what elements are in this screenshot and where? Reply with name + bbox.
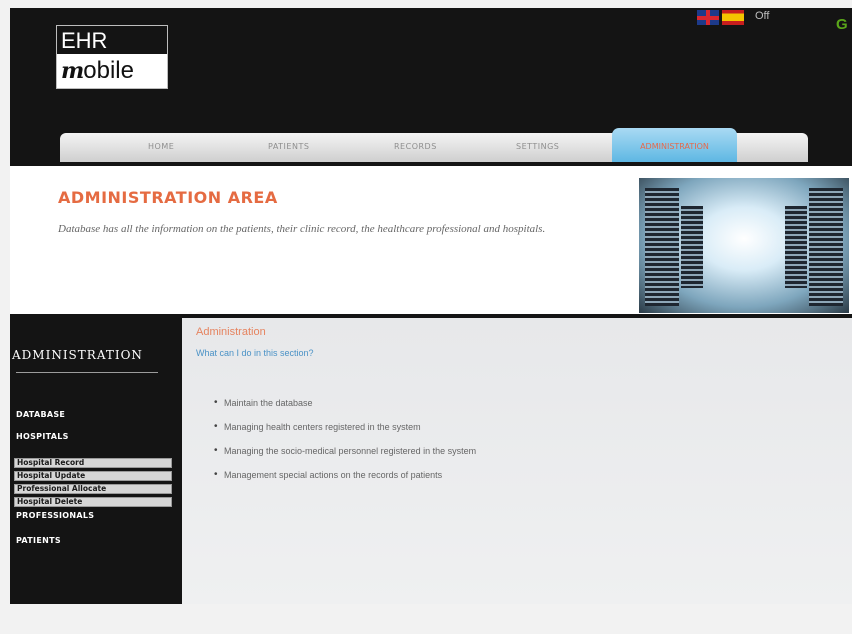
sidebar-item-patients[interactable]: PATIENTS	[16, 536, 61, 545]
list-item: Managing health centers registered in th…	[214, 421, 476, 446]
logo-line1: EHR	[61, 28, 108, 53]
capabilities-list: Maintain the database Managing health ce…	[214, 397, 476, 494]
nav-patients[interactable]: PATIENTS	[268, 142, 309, 151]
edge-letter: G	[836, 16, 848, 33]
content-question: What can I do in this section?	[196, 348, 314, 358]
server-rack-left-inner	[681, 206, 703, 288]
sidebar-sub-hospital-update[interactable]: Hospital Update	[14, 471, 172, 481]
logo-m-mark: m	[61, 58, 84, 84]
main-nav: HOME PATIENTS RECORDS SETTINGS ADMINISTR…	[60, 128, 808, 162]
nav-administration-tab[interactable]: ADMINISTRATION	[612, 128, 737, 162]
admin-banner: ADMINISTRATION AREA Database has all the…	[10, 166, 852, 318]
header: EHR m obile Off G HOME PATIENTS RECORDS S…	[10, 8, 852, 166]
server-rack-right	[809, 188, 843, 306]
sidebar-sub-professional-allocate[interactable]: Professional Allocate	[14, 484, 172, 494]
ehr-mobile-logo[interactable]: EHR m obile	[56, 25, 168, 89]
session-status[interactable]: Off	[755, 10, 769, 22]
list-item: Management special actions on the record…	[214, 469, 476, 494]
nav-home[interactable]: HOME	[148, 142, 174, 151]
app-frame: EHR m obile Off G HOME PATIENTS RECORDS S…	[10, 8, 852, 604]
admin-sidebar: ADMINISTRATION DATABASE HOSPITALS Hospit…	[10, 318, 182, 604]
language-switcher	[697, 10, 744, 25]
sidebar-sub-hospital-delete[interactable]: Hospital Delete	[14, 497, 172, 507]
banner-title: ADMINISTRATION AREA	[58, 188, 278, 207]
sidebar-item-professionals[interactable]: PROFESSIONALS	[16, 511, 94, 520]
server-room-image	[639, 178, 849, 313]
nav-settings[interactable]: SETTINGS	[516, 142, 559, 151]
sidebar-item-hospitals[interactable]: HOSPITALS	[16, 432, 69, 441]
nav-records[interactable]: RECORDS	[394, 142, 437, 151]
content-title: Administration	[196, 326, 266, 338]
logo-line2: m obile	[57, 54, 167, 88]
server-rack-right-inner	[785, 206, 807, 288]
sidebar-sub-hospital-record[interactable]: Hospital Record	[14, 458, 172, 468]
server-rack-left	[645, 188, 679, 306]
banner-description: Database has all the information on the …	[58, 223, 546, 235]
list-item: Managing the socio-medical personnel reg…	[214, 445, 476, 470]
list-item: Maintain the database	[214, 397, 476, 422]
spain-flag-icon[interactable]	[722, 10, 744, 25]
logo-line2-text: obile	[83, 57, 134, 84]
nav-administration-label: ADMINISTRATION	[640, 142, 709, 151]
sidebar-item-database[interactable]: DATABASE	[16, 410, 65, 419]
uk-flag-icon[interactable]	[697, 10, 719, 25]
sidebar-divider	[16, 372, 158, 373]
main-content: Administration What can I do in this sec…	[182, 318, 852, 604]
sidebar-title: ADMINISTRATION	[12, 348, 143, 362]
